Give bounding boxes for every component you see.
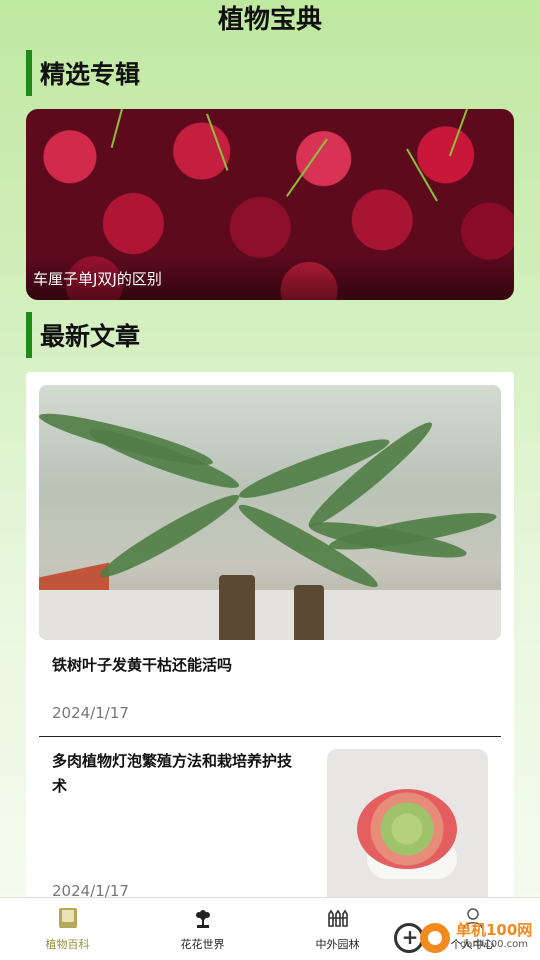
app-title: 植物宝典 <box>217 5 322 35</box>
divider <box>39 736 501 737</box>
fence-icon <box>328 909 348 927</box>
section-accent-bar <box>26 50 32 96</box>
cherry-stem <box>448 109 468 157</box>
palm-trunk <box>219 575 255 640</box>
featured-card-caption: 车厘子单J双J的区别 <box>26 254 514 300</box>
wall-shape <box>39 590 501 640</box>
article-title[interactable]: 铁树叶子发黄干枯还能活吗 <box>52 654 232 675</box>
plus-icon: + <box>401 925 419 949</box>
cherry-stem <box>206 113 229 171</box>
section-featured-header: 精选专辑 <box>26 50 140 96</box>
flower-icon <box>196 910 210 928</box>
nav-item-plant-encyclopedia[interactable]: 植物百科 <box>0 898 135 960</box>
book-icon <box>59 908 77 928</box>
nav-item-gardens[interactable]: 中外园林 <box>270 898 405 960</box>
article-date: 2024/1/17 <box>52 704 129 722</box>
palm-trunk <box>294 585 324 640</box>
section-accent-bar <box>26 312 32 358</box>
article-cover-image[interactable] <box>39 385 501 640</box>
watermark-url: danji100.com <box>460 939 528 950</box>
cherry-stem <box>110 109 123 148</box>
article-thumbnail[interactable] <box>327 749 488 912</box>
articles-card: 铁树叶子发黄干枯还能活吗 2024/1/17 多肉植物灯泡繁殖方法和栽培养护技术… <box>26 372 514 912</box>
nav-label: 植物百科 <box>45 938 90 951</box>
article-title[interactable]: 多肉植物灯泡繁殖方法和栽培养护技术 <box>52 749 302 799</box>
palm-frond <box>94 486 245 586</box>
featured-album-card[interactable]: 车厘子单J双J的区别 <box>26 109 514 300</box>
section-latest-title: 最新文章 <box>40 322 141 351</box>
nav-item-flower-world[interactable]: 花花世界 <box>135 898 270 960</box>
section-latest-header: 最新文章 <box>26 312 140 358</box>
cherry-stem <box>286 138 328 197</box>
nav-label: 中外园林 <box>315 938 360 951</box>
cherry-stem <box>406 148 438 202</box>
section-featured-title: 精选专辑 <box>40 60 141 89</box>
watermark-text: 单机100网 <box>456 921 533 939</box>
palm-frond <box>39 405 216 474</box>
site-watermark: + 单机100网 danji100.com <box>390 915 540 960</box>
watermark-logo-dot <box>428 931 442 945</box>
nav-label: 花花世界 <box>180 938 225 951</box>
succulent-shape <box>357 789 457 869</box>
